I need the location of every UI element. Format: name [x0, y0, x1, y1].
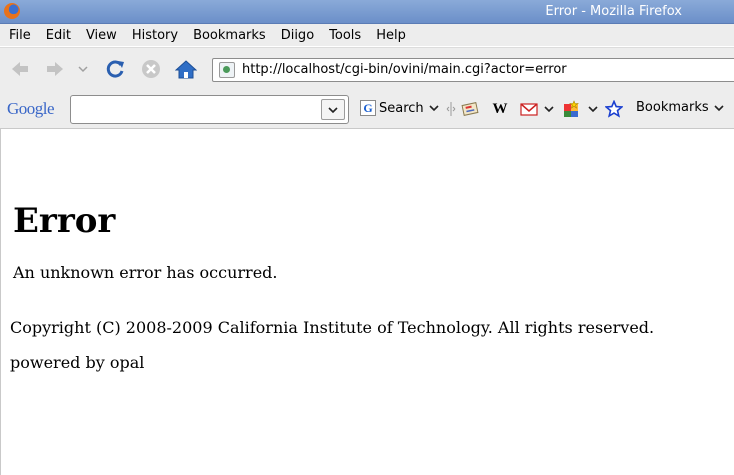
- mail-icon: [520, 103, 538, 116]
- window-titlebar: Error - Mozilla Firefox: [0, 0, 734, 24]
- chevron-down-icon: [714, 104, 724, 111]
- google-apps-icon: [564, 100, 580, 117]
- bookmarks-menu-button[interactable]: Bookmarks: [636, 100, 725, 115]
- history-dropdown-button[interactable]: [76, 58, 90, 80]
- wikipedia-button[interactable]: W: [492, 100, 508, 118]
- bookmarks-label: Bookmarks: [636, 100, 709, 115]
- navigation-toolbar: http://localhost/cgi-bin/ovini/main.cgi?…: [0, 47, 734, 90]
- toolbar-resize-handle[interactable]: [445, 100, 457, 118]
- search-history-dropdown-button[interactable]: [321, 99, 345, 120]
- menu-view[interactable]: View: [77, 28, 123, 43]
- chevron-down-icon: [429, 105, 439, 112]
- wikipedia-icon: W: [492, 100, 508, 117]
- google-search-button[interactable]: G Search: [360, 100, 440, 116]
- menu-bookmarks[interactable]: Bookmarks: [184, 28, 272, 43]
- google-g-icon: G: [360, 100, 376, 116]
- firefox-logo-icon: [4, 3, 20, 19]
- google-logo-text: Google: [7, 99, 55, 118]
- forward-arrow-icon: [47, 62, 63, 76]
- url-bar[interactable]: http://localhost/cgi-bin/ovini/main.cgi?…: [212, 58, 734, 82]
- reload-button[interactable]: [105, 58, 127, 80]
- copyright-notice: Copyright (C) 2008-2009 California Insti…: [10, 318, 655, 337]
- google-search-label: Search: [379, 100, 424, 116]
- chevron-down-icon: [588, 106, 598, 113]
- home-icon: [175, 60, 197, 79]
- gmail-button[interactable]: [519, 100, 539, 118]
- stop-icon: [142, 60, 160, 78]
- page-content: Error An unknown error has occurred. Cop…: [0, 129, 734, 475]
- reload-icon: [106, 60, 124, 78]
- menu-bar: File Edit View History Bookmarks Diigo T…: [0, 24, 734, 46]
- gmail-dropdown-button[interactable]: [543, 100, 555, 118]
- chevron-down-icon: [544, 106, 554, 113]
- menu-tools[interactable]: Tools: [320, 28, 367, 43]
- forward-button[interactable]: [44, 58, 66, 80]
- news-button[interactable]: [461, 100, 479, 118]
- menu-history[interactable]: History: [123, 28, 184, 43]
- star-icon: [605, 100, 623, 118]
- menu-diigo[interactable]: Diigo: [272, 28, 320, 43]
- window-title: Error - Mozilla Firefox: [545, 4, 682, 19]
- back-arrow-icon: [12, 62, 28, 76]
- menu-edit[interactable]: Edit: [37, 28, 77, 43]
- resize-handle-icon: [446, 102, 456, 116]
- url-text: http://localhost/cgi-bin/ovini/main.cgi?…: [242, 62, 567, 77]
- powered-by-text: powered by opal: [10, 353, 145, 372]
- home-button[interactable]: [175, 58, 197, 80]
- google-toolbar: Google G Search W Bookmarks: [0, 90, 734, 129]
- stop-button[interactable]: [140, 58, 162, 80]
- google-search-input[interactable]: [70, 95, 349, 124]
- menu-help[interactable]: Help: [367, 28, 412, 43]
- menu-file[interactable]: File: [0, 28, 37, 43]
- error-message: An unknown error has occurred.: [13, 263, 278, 282]
- apps-dropdown-button[interactable]: [587, 100, 599, 118]
- news-icon: [461, 102, 479, 116]
- back-button[interactable]: [9, 58, 31, 80]
- chevron-down-icon: [328, 106, 338, 113]
- site-favicon-icon: [219, 62, 235, 78]
- bookmarks-star-tool-button[interactable]: [562, 100, 580, 118]
- google-logo[interactable]: Google: [7, 99, 55, 119]
- page-title: Error: [13, 201, 116, 241]
- star-bookmark-button[interactable]: [605, 100, 623, 118]
- chevron-down-icon: [78, 66, 88, 73]
